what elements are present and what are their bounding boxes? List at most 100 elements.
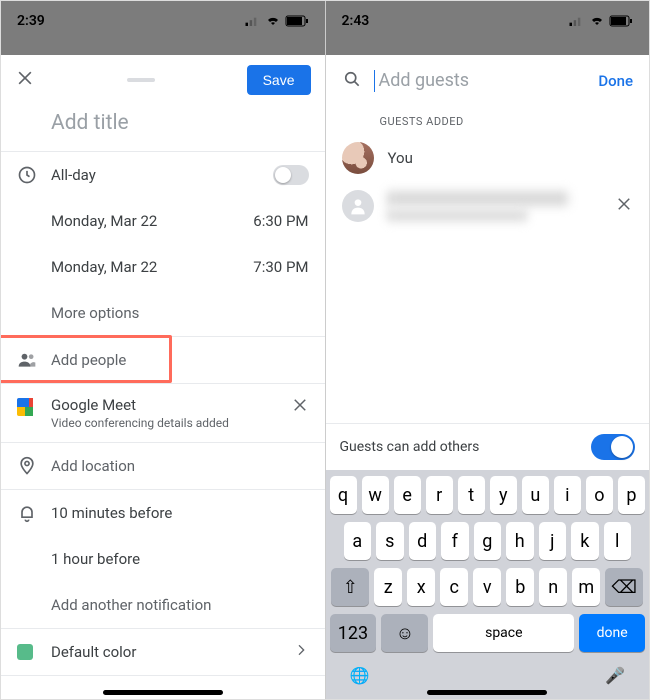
notification-1-row[interactable]: 10 minutes before [1,490,325,536]
key-t[interactable]: t [458,476,485,514]
location-pin-icon [17,456,51,476]
save-button[interactable]: Save [247,65,311,95]
search-icon [342,69,362,93]
option-label: Guests can add others [340,439,480,455]
bell-icon [17,503,51,523]
key-k[interactable]: k [571,522,599,560]
space-key[interactable]: space [433,614,574,652]
key-b[interactable]: b [506,568,534,606]
guest-sub-redacted [388,210,527,221]
add-notif-label: Add another notification [51,596,309,614]
add-people-label: Add people [51,351,309,369]
done-key[interactable]: done [579,614,645,652]
remove-guest-icon[interactable] [615,195,633,217]
key-f[interactable]: f [441,522,469,560]
key-w[interactable]: w [362,476,389,514]
key-c[interactable]: c [440,568,468,606]
key-r[interactable]: r [426,476,453,514]
key-n[interactable]: n [539,568,567,606]
key-q[interactable]: q [330,476,357,514]
end-time-row[interactable]: Monday, Mar 22 7:30 PM [1,244,325,290]
guests-add-others-toggle[interactable] [591,434,635,460]
location-row[interactable]: Add location [1,443,325,489]
key-m[interactable]: m [572,568,600,606]
meet-subtitle: Video conferencing details added [51,416,291,430]
key-i[interactable]: i [554,476,581,514]
status-icons [245,15,309,27]
notif1-label: 10 minutes before [51,504,309,522]
google-meet-row[interactable]: Google Meet Video conferencing details a… [1,384,325,442]
color-label: Default color [51,643,293,661]
guest-name-redacted [388,191,569,206]
key-p[interactable]: p [618,476,645,514]
status-bar: 2:39 [1,1,325,41]
key-u[interactable]: u [522,476,549,514]
sheet-backdrop [1,41,325,55]
done-button[interactable]: Done [598,72,633,90]
key-y[interactable]: y [490,476,517,514]
event-edit-sheet: Save Add title All-day Monday, Mar 22 6:… [1,55,325,699]
guests-add-others-row[interactable]: Guests can add others [326,423,650,470]
key-z[interactable]: z [374,568,402,606]
right-screenshot: 2:43 Add guests Done GUESTS ADDED You [325,1,650,699]
backspace-key[interactable]: ⌫ [605,568,643,606]
emoji-key[interactable]: ☺ [381,614,428,652]
globe-key[interactable]: 🌐 [350,666,370,685]
notification-2-row[interactable]: 1 hour before [1,536,325,582]
left-screenshot: 2:39 Save Add title All-day Monday, Mar [1,1,325,699]
status-bar: 2:43 [326,1,650,41]
status-time: 2:39 [17,13,45,29]
allday-row[interactable]: All-day [1,152,325,198]
close-icon[interactable] [15,68,35,92]
meet-title: Google Meet [51,396,291,414]
remove-meet-icon[interactable] [291,396,309,418]
search-input[interactable]: Add guests [374,70,587,92]
key-e[interactable]: e [394,476,421,514]
key-j[interactable]: j [539,522,567,560]
notif2-label: 1 hour before [51,550,309,568]
key-o[interactable]: o [586,476,613,514]
keyboard: qwertyuiop asdfghjkl ⇧zxcvbnm⌫ 123 ☺ spa… [326,470,650,699]
home-indicator[interactable] [103,690,223,695]
people-icon [17,350,51,370]
google-meet-icon [17,396,51,416]
key-a[interactable]: a [344,522,372,560]
key-v[interactable]: v [473,568,501,606]
status-time: 2:43 [342,13,370,29]
sheet-backdrop [326,41,650,55]
sheet-handle[interactable] [35,78,247,82]
guest-row [326,182,650,230]
title-field[interactable]: Add title [1,101,325,151]
numbers-key[interactable]: 123 [330,614,377,652]
key-g[interactable]: g [474,522,502,560]
key-x[interactable]: x [407,568,435,606]
key-l[interactable]: l [604,522,632,560]
shift-key[interactable]: ⇧ [331,568,369,606]
add-guests-sheet: Add guests Done GUESTS ADDED You Guests … [326,55,650,699]
guest-row-self: You [326,134,650,182]
end-date: Monday, Mar 22 [51,258,253,276]
color-row[interactable]: Default color [1,629,325,675]
end-time: 7:30 PM [253,258,308,276]
start-date: Monday, Mar 22 [51,212,253,230]
location-label: Add location [51,457,309,475]
more-options-row[interactable]: More options [1,290,325,336]
home-indicator[interactable] [427,690,547,695]
key-d[interactable]: d [409,522,437,560]
key-s[interactable]: s [376,522,404,560]
section-header: GUESTS ADDED [326,101,650,134]
status-icons [569,15,633,27]
avatar [342,142,374,174]
add-notification-row[interactable]: Add another notification [1,582,325,628]
allday-label: All-day [51,166,273,184]
add-people-row[interactable]: Add people [1,337,325,383]
color-swatch-icon [17,644,51,660]
clock-icon [17,165,51,185]
key-h[interactable]: h [506,522,534,560]
mic-key[interactable]: 🎤 [605,666,625,685]
avatar-placeholder-icon [342,190,374,222]
allday-toggle[interactable] [273,165,309,185]
guest-name: You [388,149,413,167]
start-time-row[interactable]: Monday, Mar 22 6:30 PM [1,198,325,244]
more-options-label: More options [51,304,309,322]
